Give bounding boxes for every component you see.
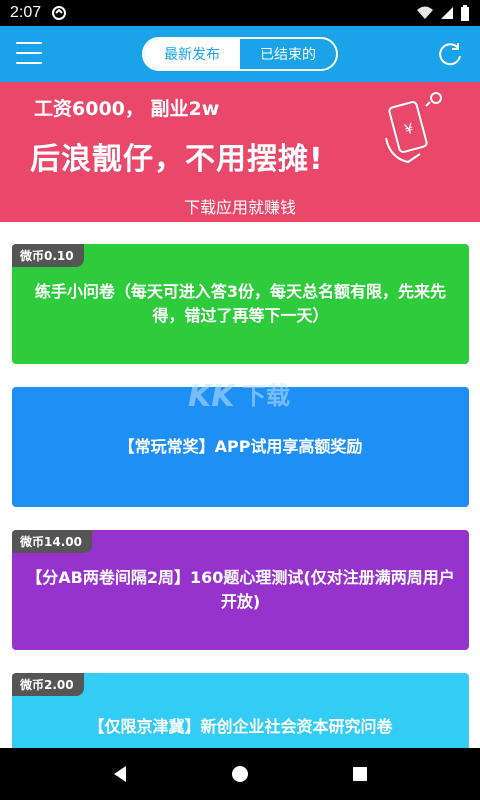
survey-card[interactable]: 微币2.00 【仅限京津冀】新创企业社会资本研究问卷 — [12, 673, 469, 753]
survey-card[interactable]: 微币14.00 【分AB两卷间隔2周】160题心理测试(仅对注册满两周用户开放) — [12, 530, 469, 650]
status-bar: 2:07 — [0, 0, 480, 26]
reward-badge: 微币0.10 — [12, 244, 84, 267]
reward-badge: 微币14.00 — [12, 530, 92, 553]
sync-status-icon — [52, 6, 67, 20]
refresh-icon[interactable] — [436, 40, 464, 68]
survey-title: 【仅限京津冀】新创企业社会资本研究问卷 — [88, 717, 393, 736]
system-nav-bar — [0, 748, 480, 800]
survey-card[interactable]: 微币0.10 练手小问卷（每天可进入答3份，每天总名额有限，先来先得，错过了再等… — [12, 244, 469, 364]
banner-title: 后浪靓仔，不用摆摊! — [30, 142, 324, 177]
survey-title: 练手小问卷（每天可进入答3份，每天总名额有限，先来先得，错过了再等下一天） — [34, 282, 447, 325]
survey-card[interactable]: 【常玩常奖】APP试用享高额奖励 — [12, 387, 469, 507]
tab-ended[interactable]: 已结束的 — [240, 39, 336, 69]
menu-icon — [16, 42, 42, 44]
banner-subtitle: 工资6000， 副业2w — [34, 98, 220, 120]
battery-icon — [461, 5, 469, 21]
back-icon[interactable] — [110, 764, 130, 784]
status-time: 2:07 — [10, 4, 42, 21]
phone-money-icon: ¥ — [385, 92, 442, 164]
recents-icon[interactable] — [350, 764, 370, 784]
reward-badge: 微币2.00 — [12, 673, 84, 696]
app-header: 最新发布 已结束的 — [0, 26, 480, 82]
promo-banner[interactable]: 工资6000， 副业2w 后浪靓仔，不用摆摊! 下载应用就赚钱 ¥ — [0, 82, 480, 222]
menu-button[interactable] — [16, 42, 42, 64]
svg-text:¥: ¥ — [403, 121, 416, 139]
tab-latest[interactable]: 最新发布 — [144, 39, 240, 69]
wifi-icon — [417, 6, 433, 19]
tab-switcher: 最新发布 已结束的 — [142, 37, 338, 71]
survey-title: 【常玩常奖】APP试用享高额奖励 — [118, 437, 363, 456]
banner-caption: 下载应用就赚钱 — [183, 198, 296, 217]
signal-icon — [441, 7, 453, 19]
home-icon[interactable] — [230, 764, 250, 784]
survey-title: 【分AB两卷间隔2周】160题心理测试(仅对注册满两周用户开放) — [26, 568, 455, 611]
